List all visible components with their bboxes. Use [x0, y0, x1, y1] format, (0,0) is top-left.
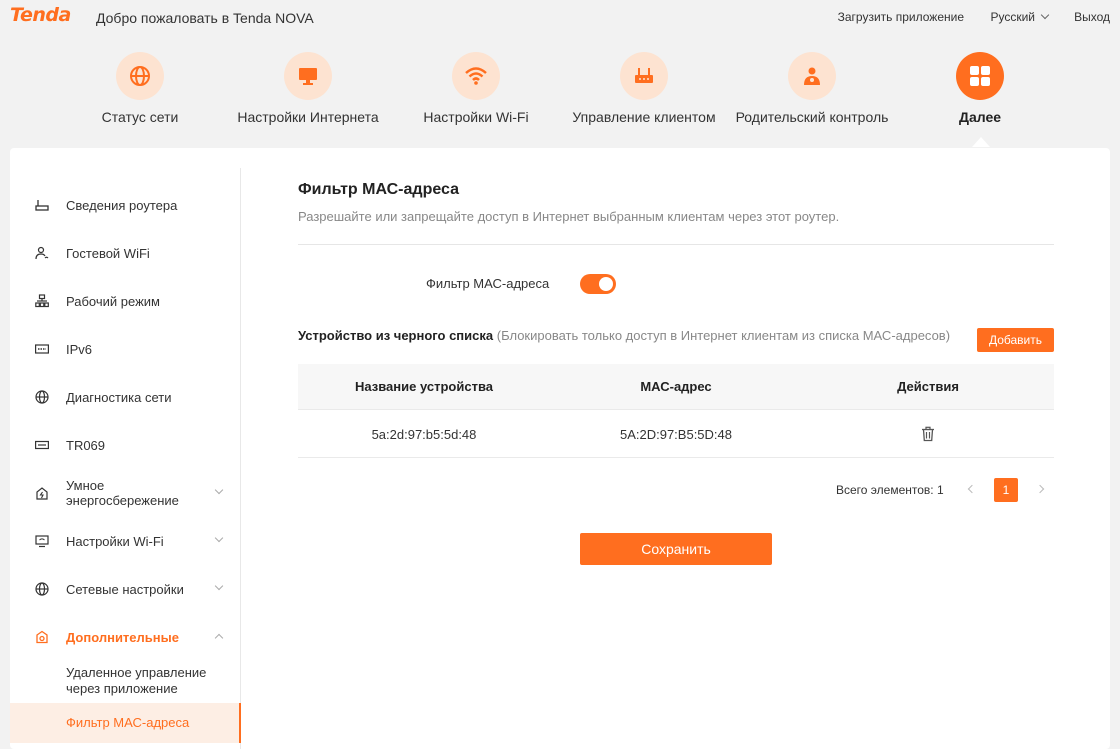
sidebar-item-ipv6[interactable]: IPv6 [10, 325, 241, 373]
nav-label: Настройки Wi-Fi [423, 109, 529, 125]
nav-parental-control[interactable]: Родительский контроль [727, 52, 897, 125]
nav-label: Далее [958, 109, 1002, 125]
blacklist-title: Устройство из черного списка [298, 328, 494, 343]
sidebar-item-guest-wifi[interactable]: Гостевой WiFi [10, 229, 241, 277]
sidebar-item-label: Дополнительные [66, 629, 179, 645]
ipv6-icon [34, 341, 50, 357]
mac-filter-switch-label: Фильтр МАС-адреса [426, 276, 550, 291]
sidebar-subitem-mac-filter[interactable]: Фильтр МАС-адреса [10, 703, 241, 743]
active-nav-caret [972, 137, 990, 147]
chevron-down-icon [214, 485, 224, 495]
column-header-actions: Действия [897, 379, 959, 394]
energy-icon [34, 485, 50, 501]
total-items-label: Всего элементов: 1 [836, 483, 944, 497]
router-info-icon [34, 197, 50, 213]
router-icon [620, 52, 668, 100]
globe-icon [34, 389, 50, 405]
language-label: Русский [990, 10, 1035, 24]
sidebar-item-label: Рабочий режим [66, 293, 160, 309]
globe-icon [116, 52, 164, 100]
sidebar-item-label: IPv6 [66, 341, 93, 357]
advanced-icon [34, 629, 50, 645]
trash-icon[interactable] [920, 426, 936, 442]
divider [298, 244, 1054, 245]
chevron-left-icon[interactable] [967, 484, 977, 494]
top-bar: Tenda Добро пожаловать в Tenda NOVA Загр… [0, 0, 1120, 36]
save-button[interactable]: Сохранить [580, 533, 772, 565]
wifi-icon [452, 52, 500, 100]
chevron-down-icon [1040, 10, 1050, 20]
nav-network-status[interactable]: Статус сети [55, 52, 225, 125]
sidebar: Сведения роутера Гостевой WiFi Рабочий р… [10, 168, 241, 749]
nav-more[interactable]: Далее [895, 52, 1065, 125]
welcome-text: Добро пожаловать в Tenda NOVA [96, 10, 314, 26]
sidebar-subitem-label: Фильтр МАС-адреса [66, 715, 190, 730]
sidebar-item-label: Умное энергосбережение [66, 478, 179, 508]
sidebar-item-network-settings[interactable]: Сетевые настройки [10, 565, 241, 613]
main-panel: Сведения роутера Гостевой WiFi Рабочий р… [10, 148, 1110, 749]
sidebar-item-wifi-settings[interactable]: Настройки Wi-Fi [10, 517, 241, 565]
sidebar-item-label: Настройки Wi-Fi [66, 533, 164, 549]
nav-label: Управление клиентом [572, 109, 716, 125]
globe-icon [34, 581, 50, 597]
language-select[interactable]: Русский [990, 10, 1050, 24]
nav-internet-settings[interactable]: Настройки Интернета [223, 52, 393, 125]
nav-label: Настройки Интернета [237, 109, 379, 125]
column-header-mac: МАС-адрес [640, 379, 712, 394]
sidebar-item-tr069[interactable]: TR069 [10, 421, 241, 469]
wifi-settings-icon [34, 533, 50, 549]
logout-link[interactable]: Выход [1074, 10, 1110, 24]
chevron-down-icon [214, 581, 224, 591]
sidebar-item-advanced[interactable]: Дополнительные [10, 613, 241, 661]
sidebar-item-label: Диагностика сети [66, 389, 172, 405]
toggle-knob [599, 277, 613, 291]
nav-client-management[interactable]: Управление клиентом [559, 52, 729, 125]
pagination: Всего элементов: 1 1 [836, 478, 1054, 502]
download-app-link[interactable]: Загрузить приложение [838, 10, 964, 24]
sidebar-item-energy-saving[interactable]: Умное энергосбережение [10, 469, 241, 517]
sidebar-item-work-mode[interactable]: Рабочий режим [10, 277, 241, 325]
sidebar-item-label: Сведения роутера [66, 197, 178, 213]
nav-wifi-settings[interactable]: Настройки Wi-Fi [391, 52, 561, 125]
tr069-icon [34, 437, 50, 453]
main-nav: Статус сети Настройки Интернета Настройк… [0, 52, 1120, 142]
parent-icon [788, 52, 836, 100]
sidebar-subitem-remote-management[interactable]: Удаленное управление через приложение [10, 663, 241, 703]
add-button[interactable]: Добавить [977, 328, 1054, 352]
page-number-button[interactable]: 1 [994, 478, 1018, 502]
page-subtitle: Разрешайте или запрещайте доступ в Интер… [298, 209, 840, 224]
chevron-down-icon [214, 533, 224, 543]
sidebar-item-label: TR069 [66, 437, 106, 453]
sidebar-item-label: Гостевой WiFi [66, 245, 150, 261]
nav-label: Статус сети [101, 109, 179, 125]
nav-label: Родительский контроль [735, 109, 889, 125]
blacklist-note: (Блокировать только доступ в Интернет кл… [496, 328, 951, 343]
column-header-device-name: Название устройства [355, 379, 493, 394]
chevron-right-icon[interactable] [1035, 484, 1045, 494]
blacklist-heading: Устройство из черного списка (Блокироват… [298, 328, 978, 343]
chevron-up-icon [214, 633, 224, 643]
guest-wifi-icon [34, 245, 50, 261]
tenda-logo[interactable]: Tenda [10, 4, 71, 26]
table-header: Название устройства МАС-адрес Действия [298, 364, 1054, 410]
table-row: 5a:2d:97:b5:5d:48 5A:2D:97:B5:5D:48 [298, 411, 1054, 458]
sidebar-item-router-info[interactable]: Сведения роутера [10, 181, 241, 229]
sidebar-item-label: Сетевые настройки [66, 581, 184, 597]
mac-cell: 5A:2D:97:B5:5D:48 [619, 427, 733, 442]
monitor-icon [284, 52, 332, 100]
sidebar-subitem-label: Удаленное управление через приложение [66, 665, 207, 696]
sidebar-item-diagnostics[interactable]: Диагностика сети [10, 373, 241, 421]
grid-icon [956, 52, 1004, 100]
work-mode-icon [34, 293, 50, 309]
page-title: Фильтр МАС-адреса [298, 181, 460, 198]
mac-filter-toggle[interactable] [580, 274, 616, 294]
device-name-cell: 5a:2d:97:b5:5d:48 [371, 427, 477, 442]
